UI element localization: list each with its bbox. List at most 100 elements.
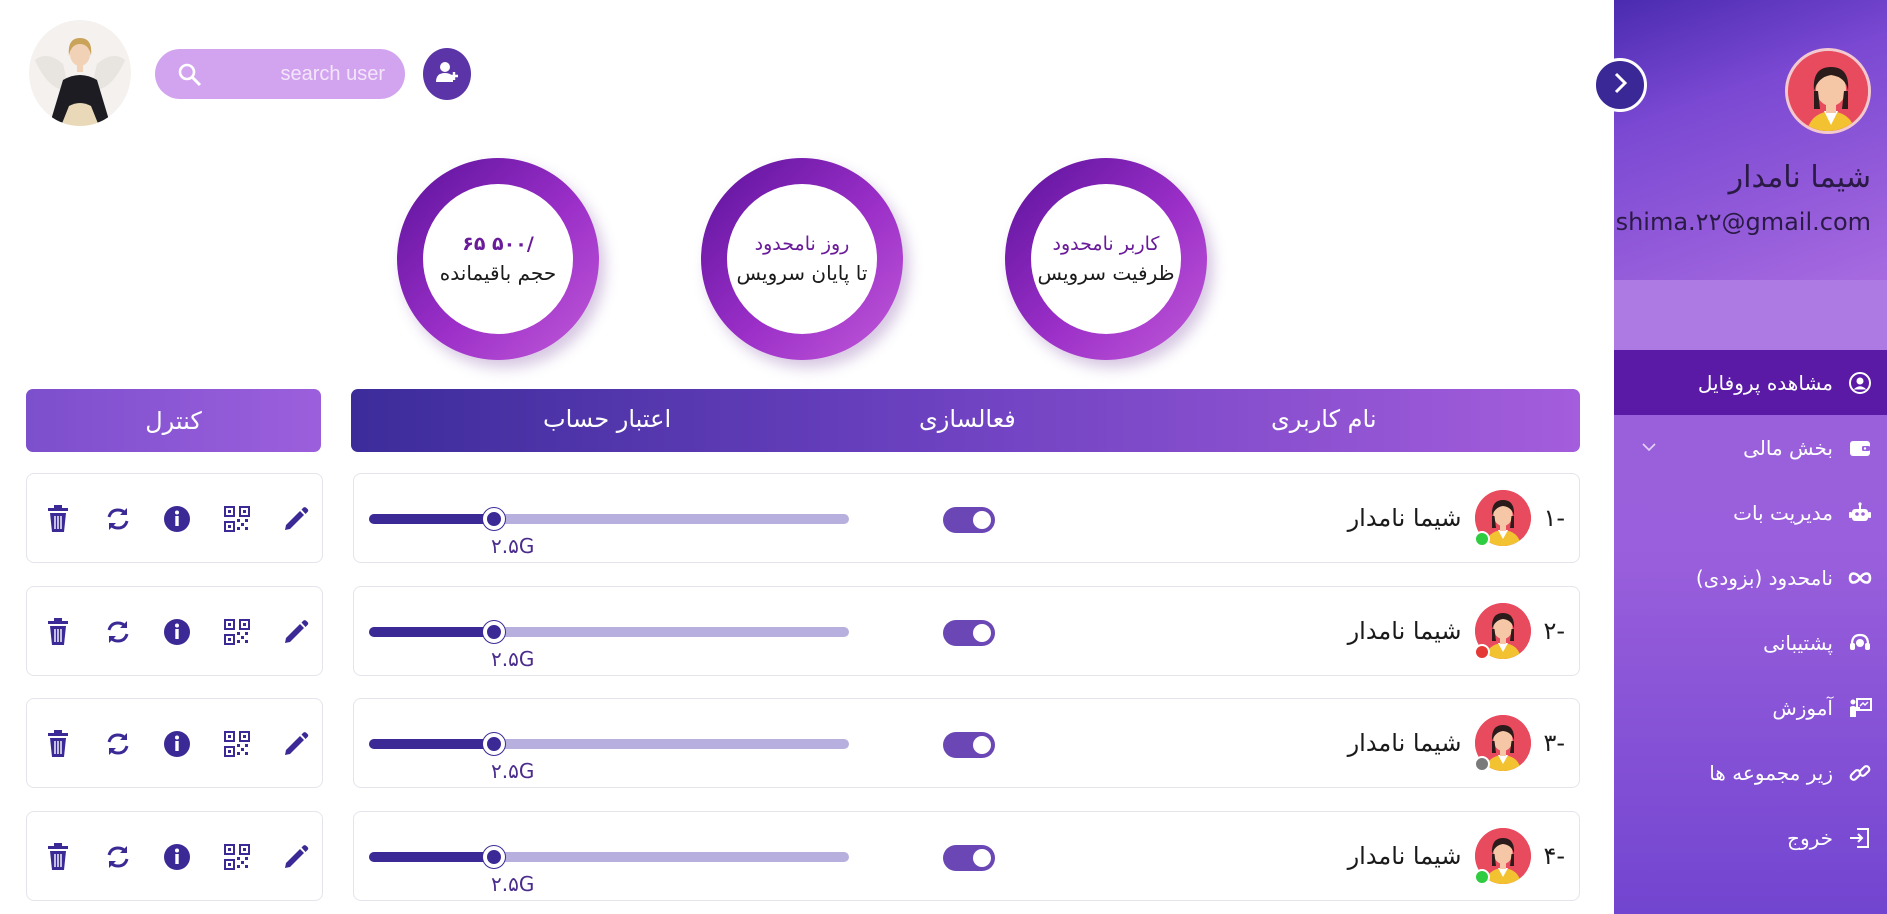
volume-label: ۲.۵G [491, 759, 535, 783]
row-controls [26, 586, 323, 676]
qr-code-icon[interactable] [222, 504, 252, 534]
slider-thumb[interactable] [482, 733, 505, 755]
activation-toggle[interactable] [943, 507, 995, 533]
slider-fill [369, 739, 494, 749]
info-icon[interactable] [162, 729, 192, 759]
user-name: شیما نامدار [1347, 729, 1462, 757]
edit-icon[interactable] [281, 617, 311, 647]
search-input[interactable] [225, 57, 385, 91]
link-icon [1847, 760, 1873, 786]
info-icon[interactable] [162, 617, 192, 647]
refresh-icon[interactable] [103, 842, 133, 872]
stat-label: حجم باقیمانده [439, 261, 557, 285]
sidebar-item-logout[interactable]: خروج [1614, 805, 1887, 870]
credit-slider[interactable] [369, 621, 849, 643]
teaching-icon [1847, 695, 1873, 721]
activation-toggle[interactable] [943, 620, 995, 646]
user-cell[interactable]: شیما نامدار -۳ [1348, 713, 1565, 773]
qr-code-icon[interactable] [222, 617, 252, 647]
sidebar-item-label: پشتیبانی [1763, 630, 1833, 655]
sidebar-item-label: نامحدود (بزودی) [1695, 565, 1833, 590]
user-cell[interactable]: شیما نامدار -۲ [1348, 601, 1565, 661]
sidebar-item-unlimited[interactable]: نامحدود (بزودی) [1614, 545, 1887, 610]
refresh-icon[interactable] [103, 617, 133, 647]
table-row: ۲.۵G شیما نامدار -۴ [353, 811, 1580, 901]
sidebar-collapse-button[interactable] [1593, 58, 1647, 112]
slider-thumb[interactable] [482, 621, 505, 643]
sidebar-item-bot-management[interactable]: مدیریت بات [1614, 480, 1887, 545]
activation-toggle[interactable] [943, 732, 995, 758]
delete-icon[interactable] [43, 842, 73, 872]
avatar [1474, 490, 1532, 547]
chevron-right-icon [1607, 70, 1633, 100]
credit-slider[interactable] [369, 508, 849, 530]
stat-label: تا پایان سرویس [736, 261, 868, 285]
user-name: شیما نامدار [1347, 617, 1462, 645]
sidebar-avatar[interactable] [1785, 48, 1871, 134]
sidebar-item-finance[interactable]: بخش مالی [1614, 415, 1887, 480]
search-box[interactable] [155, 49, 405, 99]
qr-code-icon[interactable] [222, 842, 252, 872]
qr-code-icon[interactable] [222, 729, 252, 759]
credit-slider[interactable] [369, 846, 849, 868]
sidebar-item-profile[interactable]: مشاهده پروفایل [1614, 350, 1887, 415]
sidebar-item-support[interactable]: پشتیبانی [1614, 610, 1887, 675]
wallet-icon [1847, 435, 1873, 461]
sidebar: شیما نامدار shima.۲۲@gmail.com مشاهده پر… [1614, 0, 1887, 914]
delete-icon[interactable] [43, 504, 73, 534]
row-index: -۳ [1543, 729, 1565, 757]
sidebar-item-tutorial[interactable]: آموزش [1614, 675, 1887, 740]
delete-icon[interactable] [43, 617, 73, 647]
activation-toggle[interactable] [943, 845, 995, 871]
dashboard: شیما نامدار shima.۲۲@gmail.com مشاهده پر… [0, 0, 1887, 914]
header-activation: فعالسازی [919, 405, 1016, 433]
status-dot [1474, 756, 1491, 772]
profile-image[interactable] [29, 20, 131, 126]
refresh-icon[interactable] [103, 504, 133, 534]
table-header: نام کاربری فعالسازی اعتبار حساب [351, 389, 1580, 452]
sidebar-item-label: مشاهده پروفایل [1697, 370, 1833, 395]
stat-value: کاربر نامحدود [1052, 233, 1160, 255]
sidebar-divider-band [1614, 280, 1887, 350]
search-icon [177, 62, 203, 92]
edit-icon[interactable] [281, 729, 311, 759]
sidebar-user-name: شیما نامدار [1728, 160, 1871, 195]
sidebar-item-subsets[interactable]: زیر مجموعه ها [1614, 740, 1887, 805]
user-cell[interactable]: شیما نامدار -۱ [1348, 488, 1565, 548]
add-user-icon [433, 58, 461, 90]
user-name: شیما نامدار [1347, 842, 1462, 870]
user-cell[interactable]: شیما نامدار -۴ [1348, 826, 1565, 886]
add-user-button[interactable] [423, 48, 471, 100]
info-icon[interactable] [162, 504, 192, 534]
avatar [1474, 603, 1532, 660]
row-index: -۴ [1543, 842, 1565, 870]
slider-fill [369, 852, 494, 862]
sidebar-item-label: زیر مجموعه ها [1709, 760, 1833, 785]
sidebar-item-label: آموزش [1772, 695, 1833, 720]
info-icon[interactable] [162, 842, 192, 872]
credit-slider[interactable] [369, 733, 849, 755]
user-name: شیما نامدار [1347, 504, 1462, 532]
toggle-knob [973, 624, 991, 642]
toggle-knob [973, 849, 991, 867]
sidebar-item-label: بخش مالی [1743, 435, 1833, 460]
table-row: ۲.۵G شیما نامدار -۱ [353, 473, 1580, 563]
row-controls [26, 473, 323, 563]
edit-icon[interactable] [281, 842, 311, 872]
table-row: ۲.۵G شیما نامدار -۳ [353, 698, 1580, 788]
toggle-knob [973, 736, 991, 754]
sidebar-item-label: خروج [1787, 825, 1833, 850]
sidebar-item-label: مدیریت بات [1733, 500, 1833, 525]
infinity-icon [1847, 565, 1873, 591]
slider-fill [369, 514, 494, 524]
slider-thumb[interactable] [482, 508, 505, 530]
slider-thumb[interactable] [482, 846, 505, 868]
edit-icon[interactable] [281, 504, 311, 534]
refresh-icon[interactable] [103, 729, 133, 759]
row-controls [26, 698, 323, 788]
delete-icon[interactable] [43, 729, 73, 759]
volume-label: ۲.۵G [491, 872, 535, 896]
table-row: ۲.۵G شیما نامدار -۲ [353, 586, 1580, 676]
stat-remaining-volume: /۵۰۰ ۶۵ حجم باقیمانده [397, 158, 599, 360]
headset-icon [1847, 630, 1873, 656]
